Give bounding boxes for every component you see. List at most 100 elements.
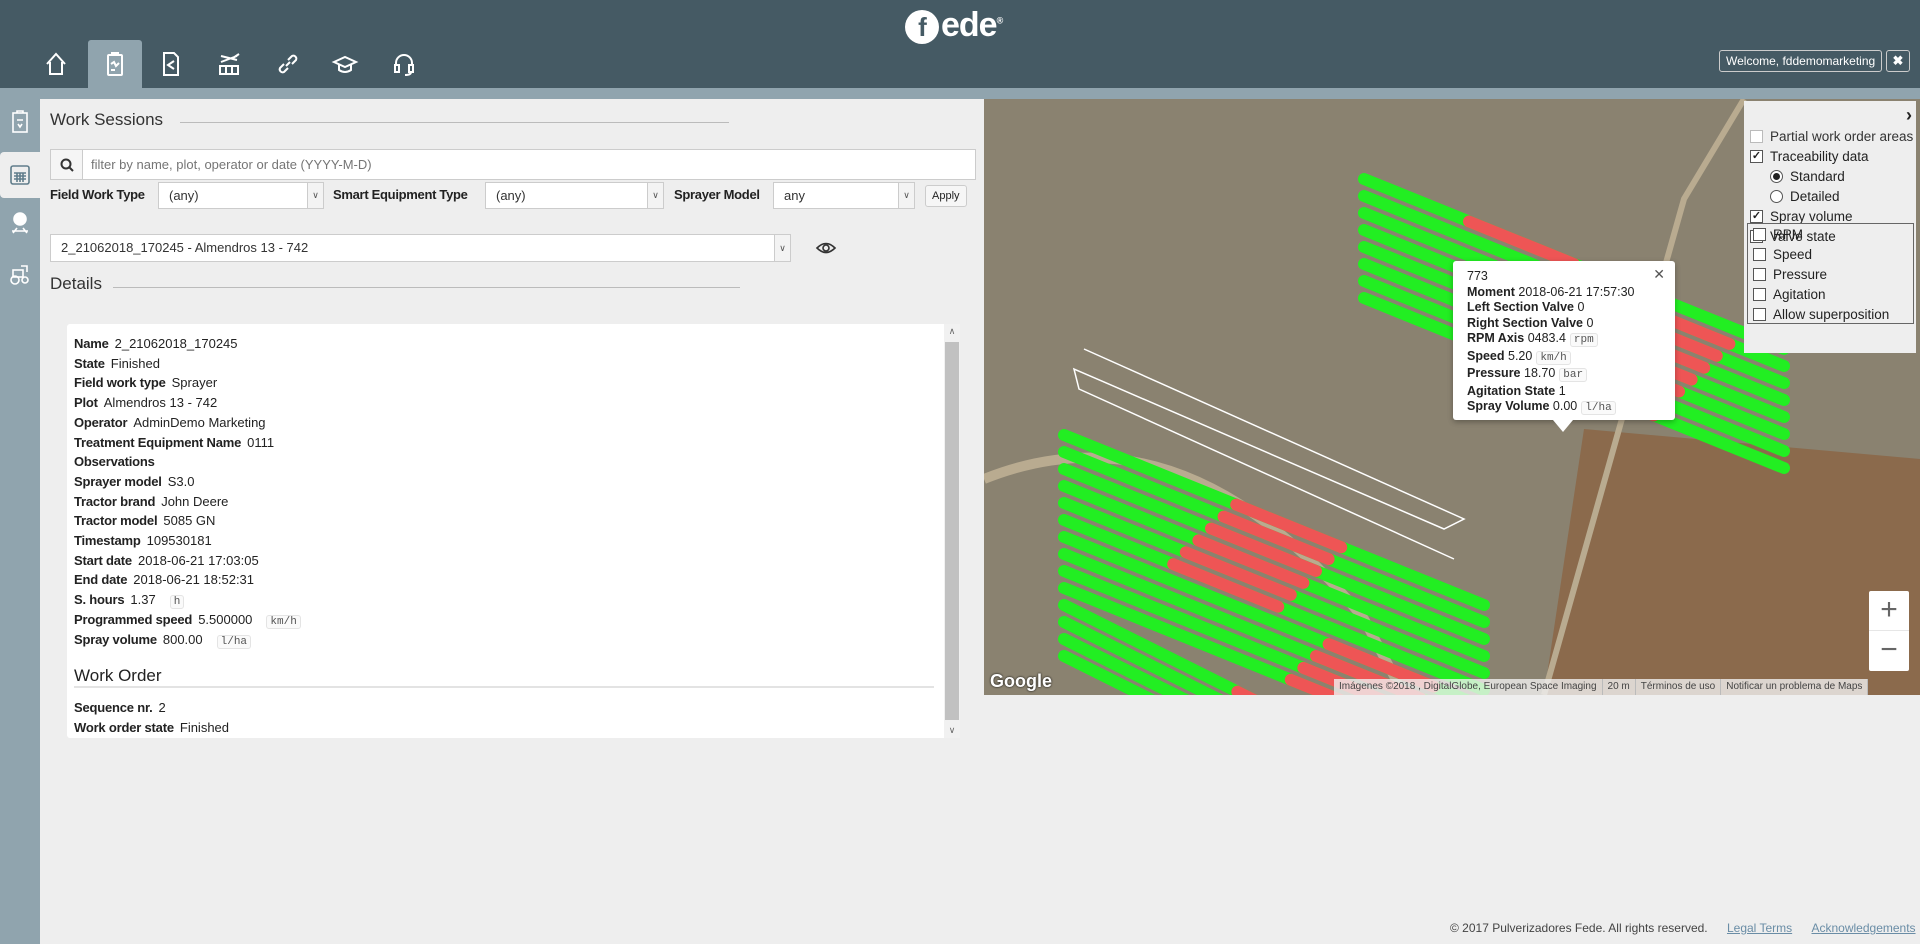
checkbox[interactable] [1753, 248, 1766, 261]
detail-row: Sequence nr. 2 [74, 700, 166, 715]
detail-value: 2018-06-21 17:03:05 [137, 552, 259, 568]
layer-agitation[interactable]: Agitation [1753, 287, 1826, 302]
detail-value: 2_21062018_170245 [114, 336, 238, 351]
nav-support[interactable] [377, 40, 431, 88]
calendar-icon [10, 165, 30, 185]
field-work-type-select[interactable]: (any) ∨ [158, 182, 324, 209]
zoom-in-button[interactable]: + [1869, 591, 1909, 631]
detail-value: 1.37 [130, 592, 156, 608]
unit-badge: rpm [1569, 333, 1598, 347]
detail-row: S. hours 1.37 h [74, 592, 185, 610]
sidebar-item-alerts[interactable] [0, 201, 40, 247]
layer-speed[interactable]: Speed [1753, 247, 1812, 262]
detail-row: Spray volume 800.00 l/ha [74, 632, 252, 649]
unit-badge: h [169, 595, 185, 610]
sidebar [0, 99, 40, 944]
nav-links[interactable] [261, 40, 315, 88]
popup-row: Spray Volume 0.00 l/ha [1467, 399, 1661, 417]
layer-label: Speed [1773, 247, 1813, 262]
filter-input[interactable] [83, 150, 975, 179]
nav-home[interactable] [29, 40, 83, 88]
unit-badge: bar [1559, 368, 1588, 382]
welcome-button[interactable]: Welcome, fddemomarketing [1719, 50, 1883, 72]
checkbox[interactable] [1753, 268, 1766, 281]
terms-link[interactable]: Términos de uso [1636, 679, 1722, 695]
sensor-layers-group: RPM Speed Pressure Agitation Allow superposi… [1747, 223, 1914, 324]
map[interactable]: Google Imágenes ©2018 , DigitalGlobe, Eu… [984, 99, 1920, 695]
zoom-out-button[interactable]: − [1869, 631, 1909, 671]
detail-label: State [74, 355, 105, 371]
graduation-cap-icon [331, 55, 359, 73]
scroll-down-icon[interactable]: ∨ [944, 725, 960, 736]
popup-value: 0 [1577, 300, 1585, 314]
detail-value: Finished [110, 355, 160, 371]
detail-label: Sprayer model [74, 473, 162, 489]
checkbox[interactable]: ✓ [1750, 150, 1763, 163]
detail-label: Plot [74, 395, 98, 411]
google-logo: Google [990, 671, 1052, 691]
detail-label: Observations [74, 454, 155, 470]
detail-row: Timestamp 109530181 [74, 533, 212, 548]
checkbox[interactable] [1750, 130, 1763, 143]
layer-spray-volume[interactable]: ✓ Spray volume [1750, 209, 1853, 224]
popup-row: Moment 2018-06-21 17:57:30 [1467, 285, 1661, 301]
checkbox[interactable] [1753, 228, 1766, 241]
unit-badge: l/ha [1581, 401, 1616, 415]
top-bar: f ede® Welcome, fddemomarketing ✖ [0, 0, 1920, 88]
radio[interactable] [1770, 170, 1783, 183]
radio[interactable] [1770, 190, 1783, 203]
alert-sprayer-icon [12, 212, 28, 234]
clipboard-icon [107, 52, 123, 76]
detail-label: S. hours [74, 592, 125, 608]
unit-badge: l/ha [216, 634, 252, 649]
sidebar-item-work-sessions[interactable] [0, 152, 40, 198]
nav-work-sessions[interactable] [88, 40, 142, 88]
checkbox[interactable]: ✓ [1750, 210, 1763, 223]
acknowledgements-link[interactable]: Acknowledgements [1811, 921, 1915, 935]
eye-icon[interactable] [815, 238, 837, 258]
layer-rpm[interactable]: RPM [1753, 227, 1803, 242]
smart-equipment-type-select[interactable]: (any) ∨ [485, 182, 664, 209]
detail-label: Operator [74, 414, 128, 430]
layer-partial-work-order-areas[interactable]: Partial work order areas [1750, 129, 1913, 144]
radio-detailed[interactable]: Detailed [1770, 189, 1840, 204]
detail-value: John Deere [161, 493, 229, 509]
logout-button[interactable]: ✖ [1886, 50, 1910, 72]
checkbox[interactable] [1753, 308, 1766, 321]
nav-equipment[interactable] [202, 40, 256, 88]
chevron-down-icon: ∨ [898, 183, 914, 208]
popup-row: Speed 5.20 km/h [1467, 349, 1661, 367]
fede-logo: f ede® [905, 6, 1003, 45]
popup-label: Spray Volume [1467, 399, 1550, 413]
legal-terms-link[interactable]: Legal Terms [1727, 921, 1792, 935]
layer-label: Standard [1790, 169, 1845, 184]
layer-traceability-data[interactable]: ✓ Traceability data [1750, 149, 1869, 164]
sidebar-item-tasks[interactable] [0, 99, 40, 145]
session-select[interactable]: 2_21062018_170245 - Almendros 13 - 742 ∨ [50, 234, 791, 262]
layer-pressure[interactable]: Pressure [1753, 267, 1827, 282]
details-scrollbar[interactable]: ∧ ∨ [944, 324, 960, 738]
plowed-field [1544, 429, 1920, 695]
chevron-right-icon[interactable]: › [1906, 105, 1912, 126]
sprayer-icon [219, 53, 240, 75]
chevron-down-icon: ∨ [647, 183, 663, 208]
popup-value: 2018-06-21 17:57:30 [1518, 284, 1635, 299]
popup-label: RPM Axis [1467, 331, 1525, 345]
sprayer-model-select[interactable]: any ∨ [773, 182, 915, 209]
popup-value: 18.70 [1524, 366, 1556, 380]
sidebar-item-machinery[interactable] [0, 251, 40, 297]
scrollbar-thumb[interactable] [945, 342, 959, 720]
detail-row: Tractor brand John Deere [74, 494, 228, 509]
apply-button[interactable]: Apply [925, 185, 967, 207]
radio-standard[interactable]: Standard [1770, 169, 1845, 184]
report-problem-link[interactable]: Notificar un problema de Maps [1721, 679, 1869, 695]
detail-value: Sprayer [171, 375, 218, 391]
close-icon[interactable]: ✕ [1653, 266, 1665, 283]
layer-label: Allow superposition [1773, 307, 1890, 322]
nav-documents[interactable] [144, 40, 198, 88]
scroll-up-icon[interactable]: ∧ [944, 326, 960, 337]
footer: © 2017 Pulverizadores Fede. All rights r… [1450, 921, 1916, 935]
nav-training[interactable] [318, 40, 372, 88]
layer-allow-superposition[interactable]: Allow superposition [1753, 307, 1889, 322]
checkbox[interactable] [1753, 288, 1766, 301]
